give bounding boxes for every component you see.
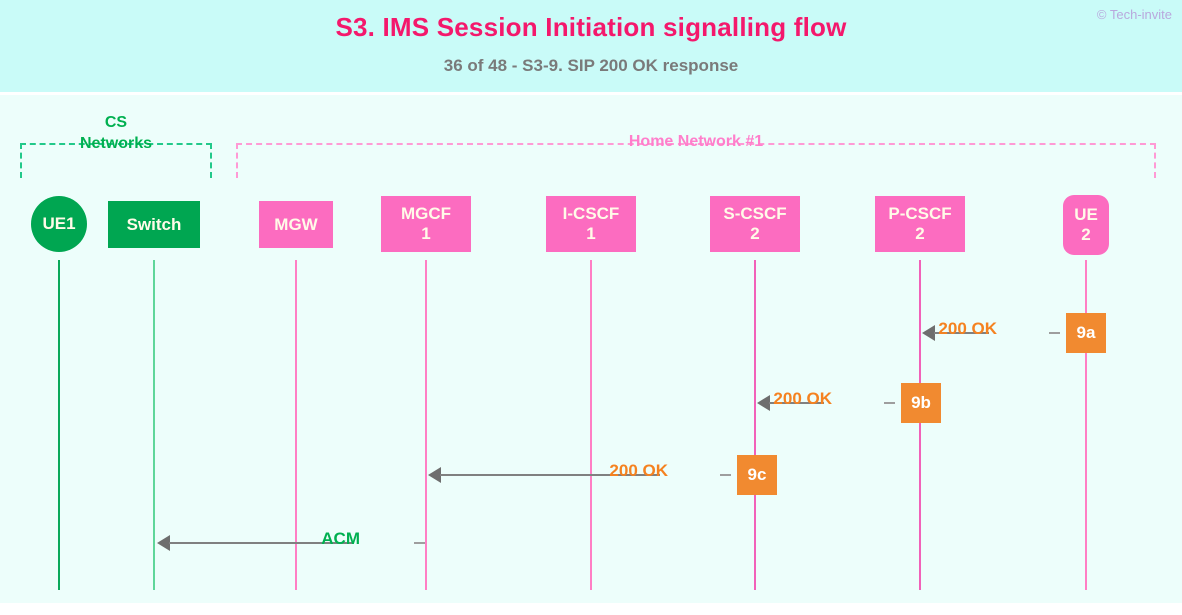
message-label-9b: 200 OK	[773, 389, 832, 408]
group-label-cs-line2: Networks	[79, 135, 153, 152]
node-mgcf-instance: 1	[421, 224, 431, 243]
message-badge-9a[interactable]: 9a	[1066, 313, 1106, 353]
node-i-cscf-label: I-CSCF	[562, 204, 620, 223]
page-subtitle: 36 of 48 - S3-9. SIP 200 OK response	[443, 56, 739, 75]
message-dash-acm	[414, 542, 425, 544]
message-label-9a: 200 OK	[938, 319, 997, 338]
node-ue1-label: UE1	[42, 214, 76, 233]
node-s-cscf[interactable]: S-CSCF 2	[710, 196, 800, 252]
message-9c: 200 OK 9c	[0, 455, 1182, 495]
message-dash-9c	[720, 474, 731, 476]
group-label-cs-networks: CS Networks	[46, 112, 186, 154]
sequence-diagram-canvas: CS Networks Home Network #1 UE1 Switch M…	[0, 95, 1182, 603]
message-dash-9b	[884, 402, 895, 404]
message-9a: 200 OK 9a	[0, 313, 1182, 353]
node-ue2[interactable]: UE 2	[1063, 195, 1109, 255]
node-mgcf[interactable]: MGCF 1	[381, 196, 471, 252]
message-label-9c: 200 OK	[609, 461, 668, 480]
group-label-home-network: Home Network #1	[628, 133, 764, 150]
copyright-watermark: © Tech-invite	[1096, 7, 1172, 22]
node-mgcf-label: MGCF	[400, 204, 452, 223]
diagram-page: S3. IMS Session Initiation signalling fl…	[0, 0, 1182, 615]
node-mgw[interactable]: MGW	[259, 201, 333, 248]
node-p-cscf[interactable]: P-CSCF 2	[875, 196, 965, 252]
node-s-cscf-label: S-CSCF	[723, 204, 787, 223]
message-acm: ACM	[0, 523, 1182, 563]
header-band: S3. IMS Session Initiation signalling fl…	[0, 0, 1182, 92]
node-ue2-label: UE	[1074, 205, 1098, 224]
group-label-cs-line1: CS	[104, 114, 128, 131]
node-mgw-label: MGW	[274, 214, 318, 234]
message-dash-9a	[1049, 332, 1060, 334]
node-p-cscf-instance: 2	[915, 224, 925, 243]
message-badge-9c[interactable]: 9c	[737, 455, 777, 495]
page-title: S3. IMS Session Initiation signalling fl…	[335, 12, 847, 42]
node-s-cscf-instance: 2	[750, 224, 760, 243]
message-badge-9b[interactable]: 9b	[901, 383, 941, 423]
message-9b: 200 OK 9b	[0, 383, 1182, 423]
node-i-cscf-instance: 1	[586, 224, 596, 243]
node-switch-label: Switch	[126, 214, 182, 234]
node-p-cscf-label: P-CSCF	[888, 204, 952, 223]
node-switch[interactable]: Switch	[108, 201, 200, 248]
node-ue2-instance: 2	[1081, 225, 1091, 244]
message-label-acm: ACM	[321, 529, 360, 548]
node-ue1[interactable]: UE1	[31, 196, 87, 252]
node-i-cscf[interactable]: I-CSCF 1	[546, 196, 636, 252]
